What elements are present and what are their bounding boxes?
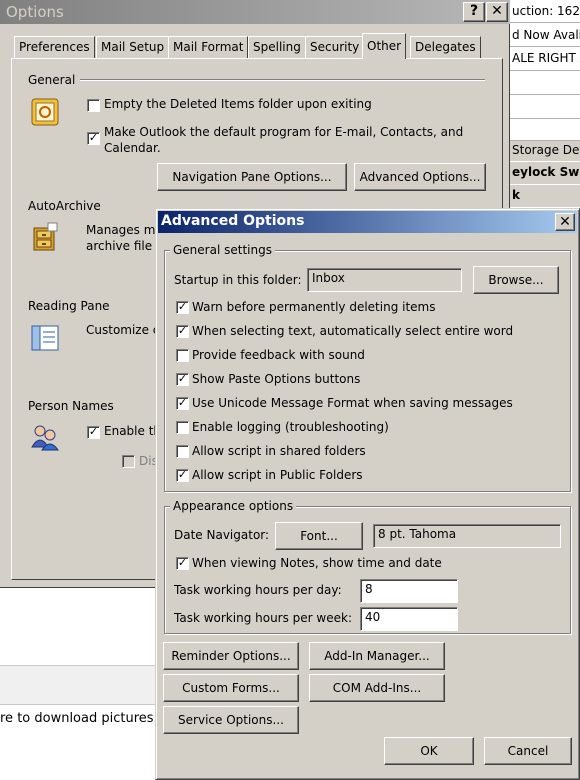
options-title-bar[interactable]: Options ? ✕ xyxy=(0,0,510,24)
background-text: uction: 162€ xyxy=(512,4,580,18)
archive-cabinet-icon xyxy=(30,222,60,252)
autoarchive-text-cont: archive file xyxy=(86,239,153,253)
custom-forms-button[interactable]: Custom Forms... xyxy=(163,674,299,702)
tab-other[interactable]: Other xyxy=(362,33,407,59)
options-title: Options xyxy=(6,3,64,21)
date-navigator-label: Date Navigator: xyxy=(174,528,270,542)
background-text: Storage Dev xyxy=(506,141,580,161)
reading-pane-section-title: Reading Pane xyxy=(28,299,110,313)
select-entire-word-label: When selecting text, automatically selec… xyxy=(192,324,514,338)
paste-options-label: Show Paste Options buttons xyxy=(192,372,361,386)
tab-mail-format[interactable]: Mail Format xyxy=(168,36,249,58)
unicode-format-checkbox[interactable]: ✓ xyxy=(176,397,189,410)
general-divider xyxy=(80,79,485,81)
tab-preferences[interactable]: Preferences xyxy=(14,36,95,58)
notes-time-label: When viewing Notes, show time and date xyxy=(192,556,442,570)
advanced-close-button[interactable]: ✕ xyxy=(555,213,575,231)
options-close-button[interactable]: ✕ xyxy=(486,2,508,22)
font-button[interactable]: Font... xyxy=(275,522,363,550)
default-program-label-cont: Calendar. xyxy=(104,141,161,155)
background-status-text: re to download pictures. To xyxy=(0,711,176,726)
default-program-checkbox[interactable]: ✓ xyxy=(87,132,100,145)
background-text: eylock Switc xyxy=(506,162,580,184)
tab-mail-setup[interactable]: Mail Setup xyxy=(96,36,170,58)
general-settings-title: General settings xyxy=(170,243,275,257)
paste-options-checkbox[interactable]: ✓ xyxy=(176,373,189,386)
person-names-icon xyxy=(30,423,60,451)
tab-security[interactable]: Security xyxy=(305,36,365,58)
notes-time-checkbox[interactable]: ✓ xyxy=(176,557,189,570)
hours-per-week-input[interactable]: 40 xyxy=(360,607,458,631)
reading-pane-icon xyxy=(30,323,60,353)
background-bar xyxy=(0,665,160,705)
feedback-sound-checkbox[interactable] xyxy=(176,349,189,362)
appearance-options-title: Appearance options xyxy=(170,499,297,513)
date-navigator-font-field: 8 pt. Tahoma xyxy=(373,524,561,548)
tab-delegates[interactable]: Delegates xyxy=(410,36,481,58)
script-public-folders-label: Allow script in Public Folders xyxy=(192,468,363,482)
background-text: k xyxy=(506,185,580,207)
background-text: ALE RIGHT A xyxy=(512,51,580,65)
script-public-folders-checkbox[interactable]: ✓ xyxy=(176,469,189,482)
script-shared-folders-label: Allow script in shared folders xyxy=(192,444,366,458)
reading-pane-text: Customize c xyxy=(86,323,160,337)
cancel-button[interactable]: Cancel xyxy=(484,737,572,765)
reminder-options-button[interactable]: Reminder Options... xyxy=(163,642,299,670)
advanced-title-bar[interactable]: Advanced Options ✕ xyxy=(158,211,577,233)
display-online-status-checkbox xyxy=(122,455,135,468)
enable-logging-checkbox[interactable] xyxy=(176,421,189,434)
hours-per-week-label: Task working hours per week: xyxy=(174,611,352,625)
unicode-format-label: Use Unicode Message Format when saving m… xyxy=(192,396,513,410)
advanced-options-button[interactable]: Advanced Options... xyxy=(354,163,486,191)
outlook-general-icon xyxy=(30,97,60,127)
hours-per-day-input[interactable]: 8 xyxy=(360,579,458,603)
help-button[interactable]: ? xyxy=(463,2,485,22)
autoarchive-text: Manages ma xyxy=(86,223,163,237)
autoarchive-section-title: AutoArchive xyxy=(28,199,101,213)
script-shared-folders-checkbox[interactable] xyxy=(176,445,189,458)
empty-deleted-checkbox[interactable] xyxy=(87,99,100,112)
warn-delete-checkbox[interactable]: ✓ xyxy=(176,301,189,314)
service-options-button[interactable]: Service Options... xyxy=(163,706,299,734)
startup-folder-field[interactable]: Inbox xyxy=(307,268,462,292)
tab-spelling[interactable]: Spelling xyxy=(248,36,306,58)
feedback-sound-label: Provide feedback with sound xyxy=(192,348,365,362)
enable-person-names-checkbox[interactable]: ✓ xyxy=(87,426,100,439)
ok-button[interactable]: OK xyxy=(384,737,474,765)
warn-delete-label: Warn before permanently deleting items xyxy=(192,300,436,314)
com-add-ins-button[interactable]: COM Add-Ins... xyxy=(309,674,445,702)
empty-deleted-label: Empty the Deleted Items folder upon exit… xyxy=(104,97,372,111)
person-names-section-title: Person Names xyxy=(28,399,114,413)
navigation-pane-options-button[interactable]: Navigation Pane Options... xyxy=(157,163,347,191)
default-program-label: Make Outlook the default program for E-m… xyxy=(104,125,464,139)
advanced-title: Advanced Options xyxy=(161,213,305,229)
enable-person-names-label: Enable th xyxy=(104,424,161,438)
browse-button[interactable]: Browse... xyxy=(473,266,559,294)
enable-logging-label: Enable logging (troubleshooting) xyxy=(192,420,389,434)
background-text: d Now Avalia xyxy=(512,28,580,42)
hours-per-day-label: Task working hours per day: xyxy=(174,583,342,597)
select-entire-word-checkbox[interactable]: ✓ xyxy=(176,325,189,338)
add-in-manager-button[interactable]: Add-In Manager... xyxy=(309,642,445,670)
general-section-title: General xyxy=(28,73,76,87)
startup-folder-label: Startup in this folder: xyxy=(174,273,302,287)
